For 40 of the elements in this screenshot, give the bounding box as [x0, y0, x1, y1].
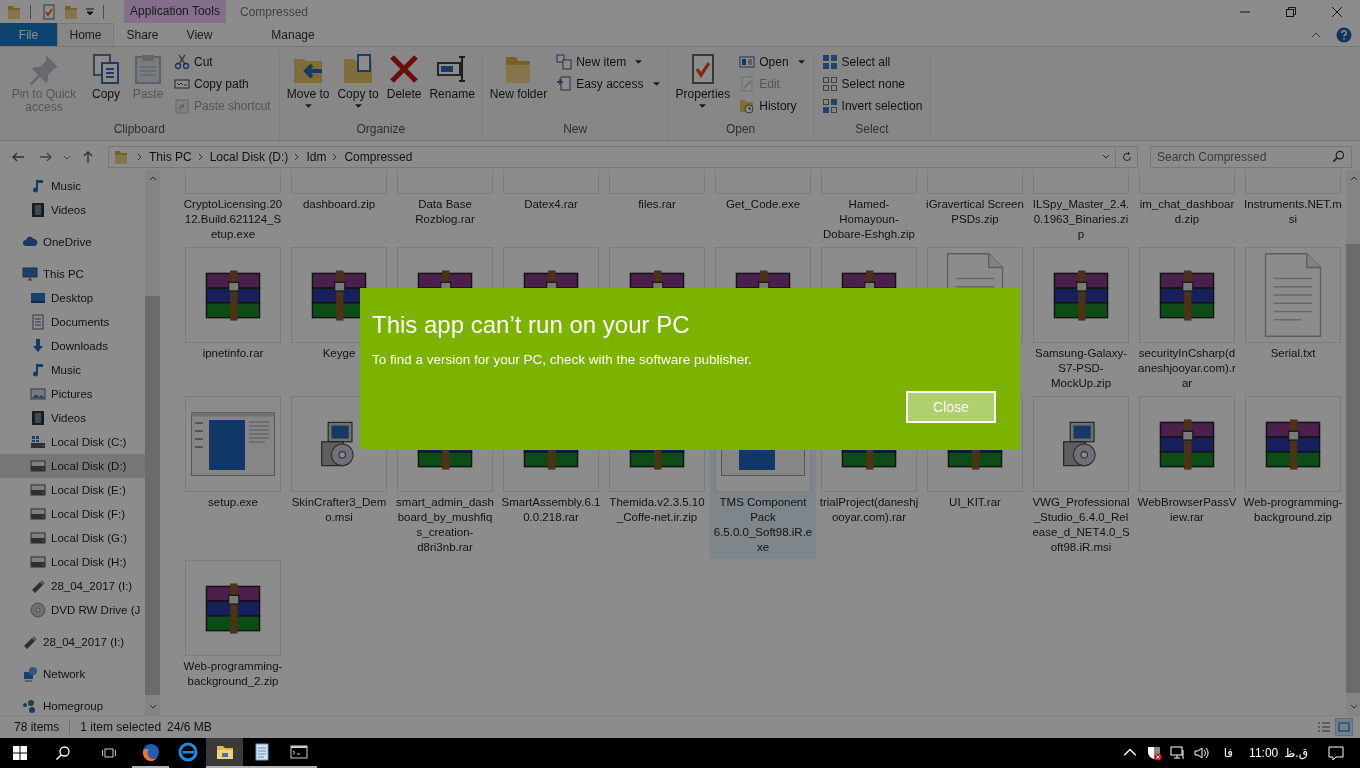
file-name: WebBrowserPassView.rar [1137, 495, 1237, 525]
file-name: Instruments.NET.msi [1243, 197, 1343, 227]
file-name: securityInCsharp(daneshjooyar.com).rar [1137, 346, 1237, 391]
file-name: CryptoLicensing.2012.Build.621124_Setup.exe [183, 197, 283, 242]
group-label: Select [854, 121, 890, 138]
file-name: UI_KIT.rar [949, 495, 1001, 510]
file-name: ipnetinfo.rar [202, 346, 264, 361]
file-name: VWG_Professional_Studio_6.4.0_Release_d_NET4.0_Soft98.iR.msi [1031, 495, 1131, 555]
file-name: setup.exe [208, 495, 258, 510]
selection-size: 24/6 MB [167, 720, 212, 734]
file-name: smart_admin_dashboard_by_mushfiqs_creation-d8ri3nb.rar [395, 495, 495, 555]
file-name: SmartAssembly.6.10.0.218.rar [501, 495, 601, 525]
file-name: Datex4.rar [524, 197, 578, 212]
file-name: Hamed-Homayoun-Dobare-Eshgh.zip [821, 197, 917, 242]
file-name: Themida.v2.3.5.10_Coffe-net.ir.zip [608, 495, 706, 525]
group-label: New [562, 121, 589, 138]
file-name: Get_Code.exe [725, 197, 801, 212]
context-tab-header: Application Tools [124, 0, 226, 23]
file-name: Keyge [322, 346, 356, 361]
selection-status: 1 item selected [80, 720, 162, 734]
file-name: Web-programming-background_2.zip [183, 659, 283, 689]
file-name: Data Base Rozblog.rar [414, 197, 476, 227]
dialog-message: To find a version for your PC, check with the software publisher. [372, 352, 753, 367]
file-name: ILSpy_Master_2.4.0.1963_Binaries.zip [1031, 197, 1131, 242]
file-name: iGravertical Screen PSDs.zip [925, 197, 1025, 227]
window-title: Compressed [240, 4, 309, 19]
file-name: dashboard.zip [302, 197, 376, 212]
file-name: im_chat_dashboard.zip [1138, 197, 1236, 227]
file-name: SkinCrafter3_Demo.msi [290, 495, 388, 525]
dialog-title: This app can’t run on your PC [372, 310, 691, 340]
file-name: Samsung-Galaxy-S7-PSD-MockUp.zip [1033, 346, 1128, 391]
item-count: 78 items [14, 720, 60, 734]
file-name: TMS Component Pack 6.5.0.0_Soft98.iR.exe [713, 495, 813, 555]
file-name: files.rar [638, 197, 676, 212]
group-label: Open [724, 121, 757, 138]
file-name: Web-programming-background.zip [1243, 495, 1343, 525]
group-label: Clipboard [112, 121, 167, 138]
file-name: Serial.txt [1270, 346, 1316, 361]
file-name: trialProject(daneshjooyar.com).rar [819, 495, 919, 525]
group-label: Organize [355, 121, 407, 138]
